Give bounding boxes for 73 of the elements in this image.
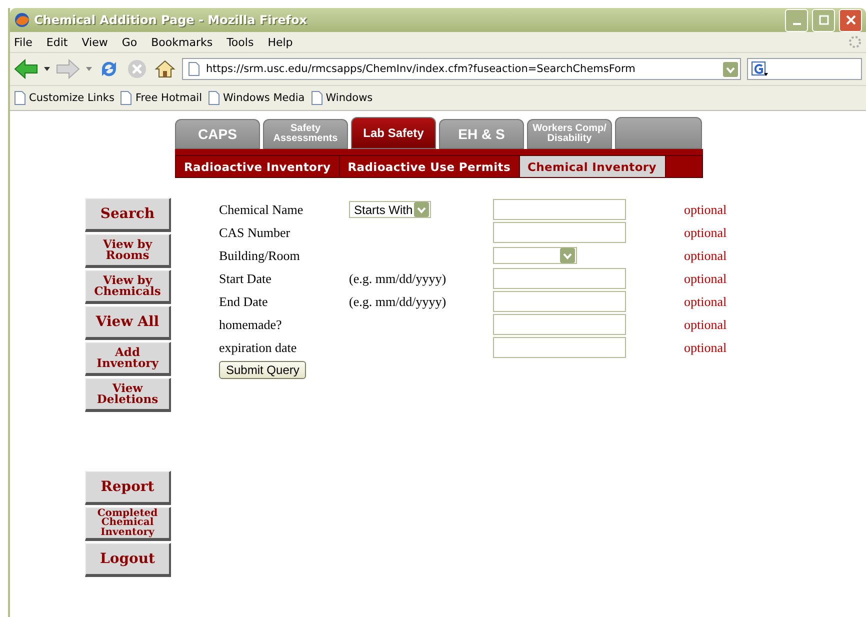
input-field[interactable]	[493, 222, 626, 243]
bookmark-link[interactable]: Windows	[326, 92, 373, 104]
address-field[interactable]: https://srm.usc.edu/rmcsapps/ChemInv/index.cfm?fuseaction=SearchChemsForm	[182, 58, 741, 80]
match-dropdown[interactable]: Starts With	[349, 201, 431, 218]
close-button[interactable]	[839, 8, 862, 32]
sidebar-button[interactable]: Search	[85, 198, 171, 232]
menu-item[interactable]: View	[82, 36, 108, 48]
format-hint: (e.g. mm/dd/yyyy)	[349, 270, 446, 286]
menu-item[interactable]: Go	[122, 36, 138, 48]
field-label: CAS Number	[219, 224, 292, 240]
menu-item[interactable]: File	[14, 36, 32, 48]
bookmark-icon	[14, 91, 26, 105]
nav-tab[interactable]: Lab Safety	[351, 117, 436, 149]
optional-note: optional	[684, 294, 727, 310]
stop-icon[interactable]	[126, 58, 148, 80]
input-field[interactable]	[493, 268, 626, 289]
close-icon	[846, 15, 856, 25]
sidebar-button[interactable]: View Deletions	[85, 378, 171, 412]
subnav-link[interactable]: Radioactive Inventory	[176, 156, 340, 177]
dropdown-icon	[560, 248, 575, 263]
sidebar-button[interactable]: Completed Chemical Inventory	[85, 507, 171, 541]
field-label: End Date	[219, 294, 269, 310]
sidebar-button[interactable]: Report	[85, 471, 171, 505]
room-dropdown[interactable]	[493, 247, 577, 264]
sidebar-button[interactable]: View by Chemicals	[85, 270, 171, 304]
globe-icon	[14, 12, 30, 28]
menu-item[interactable]: Tools	[226, 36, 254, 48]
bookmark-icon	[310, 91, 323, 105]
menu-item[interactable]: Bookmarks	[151, 36, 213, 48]
maximize-button[interactable]	[812, 8, 835, 32]
submit-button[interactable]: Submit Query	[219, 361, 306, 379]
bookmark-link[interactable]: Windows Media	[223, 92, 305, 104]
back-arrow-icon[interactable]	[14, 58, 38, 80]
format-hint: (e.g. mm/dd/yyyy)	[349, 294, 446, 308]
sidebar-button[interactable]: Add Inventory	[85, 342, 171, 376]
page-icon	[188, 62, 200, 76]
search-engine-icon	[751, 61, 769, 77]
window-title: Chemical Addition Page - Mozilla Firefox	[34, 13, 308, 27]
bookmark-icon	[120, 91, 132, 105]
optional-note: optional	[684, 270, 727, 286]
minimize-button[interactable]	[785, 8, 808, 32]
search-field[interactable]	[747, 58, 862, 80]
minimize-icon	[792, 22, 800, 24]
input-field[interactable]	[493, 199, 626, 220]
optional-note: optional	[684, 340, 727, 356]
input-field[interactable]	[493, 337, 626, 358]
menu-item[interactable]: Help	[268, 36, 293, 48]
field-label: Chemical Name	[219, 202, 304, 218]
optional-note: optional	[684, 248, 727, 264]
optional-note: optional	[684, 224, 727, 240]
bookmark-link[interactable]: Free Hotmail	[135, 92, 202, 104]
caret-icon[interactable]	[44, 67, 50, 71]
field-label: Start Date	[219, 270, 272, 286]
forward-arrow-icon[interactable]	[56, 58, 80, 80]
home-icon[interactable]	[154, 58, 176, 80]
field-label: Building/Room	[219, 248, 301, 264]
bookmark-link[interactable]: Customize Links	[29, 92, 114, 104]
sidebar-button[interactable]: View All	[85, 306, 171, 340]
input-field[interactable]	[493, 291, 626, 312]
maximize-icon	[818, 15, 828, 25]
throbber-icon	[848, 35, 862, 49]
menu-item[interactable]: Edit	[46, 36, 68, 48]
sidebar-button[interactable]: Logout	[85, 543, 171, 577]
bookmark-icon	[208, 91, 220, 105]
sidebar-button[interactable]: View by Rooms	[85, 234, 171, 268]
dropdown-icon	[723, 62, 738, 76]
field-label: expiration date	[219, 340, 298, 356]
dropdown-icon	[414, 202, 429, 217]
input-field[interactable]	[493, 314, 626, 335]
field-label: homemade?	[219, 316, 283, 332]
optional-note: optional	[684, 316, 727, 332]
optional-note: optional	[684, 202, 727, 218]
subnav-link[interactable]: Chemical Inventory	[520, 156, 666, 177]
